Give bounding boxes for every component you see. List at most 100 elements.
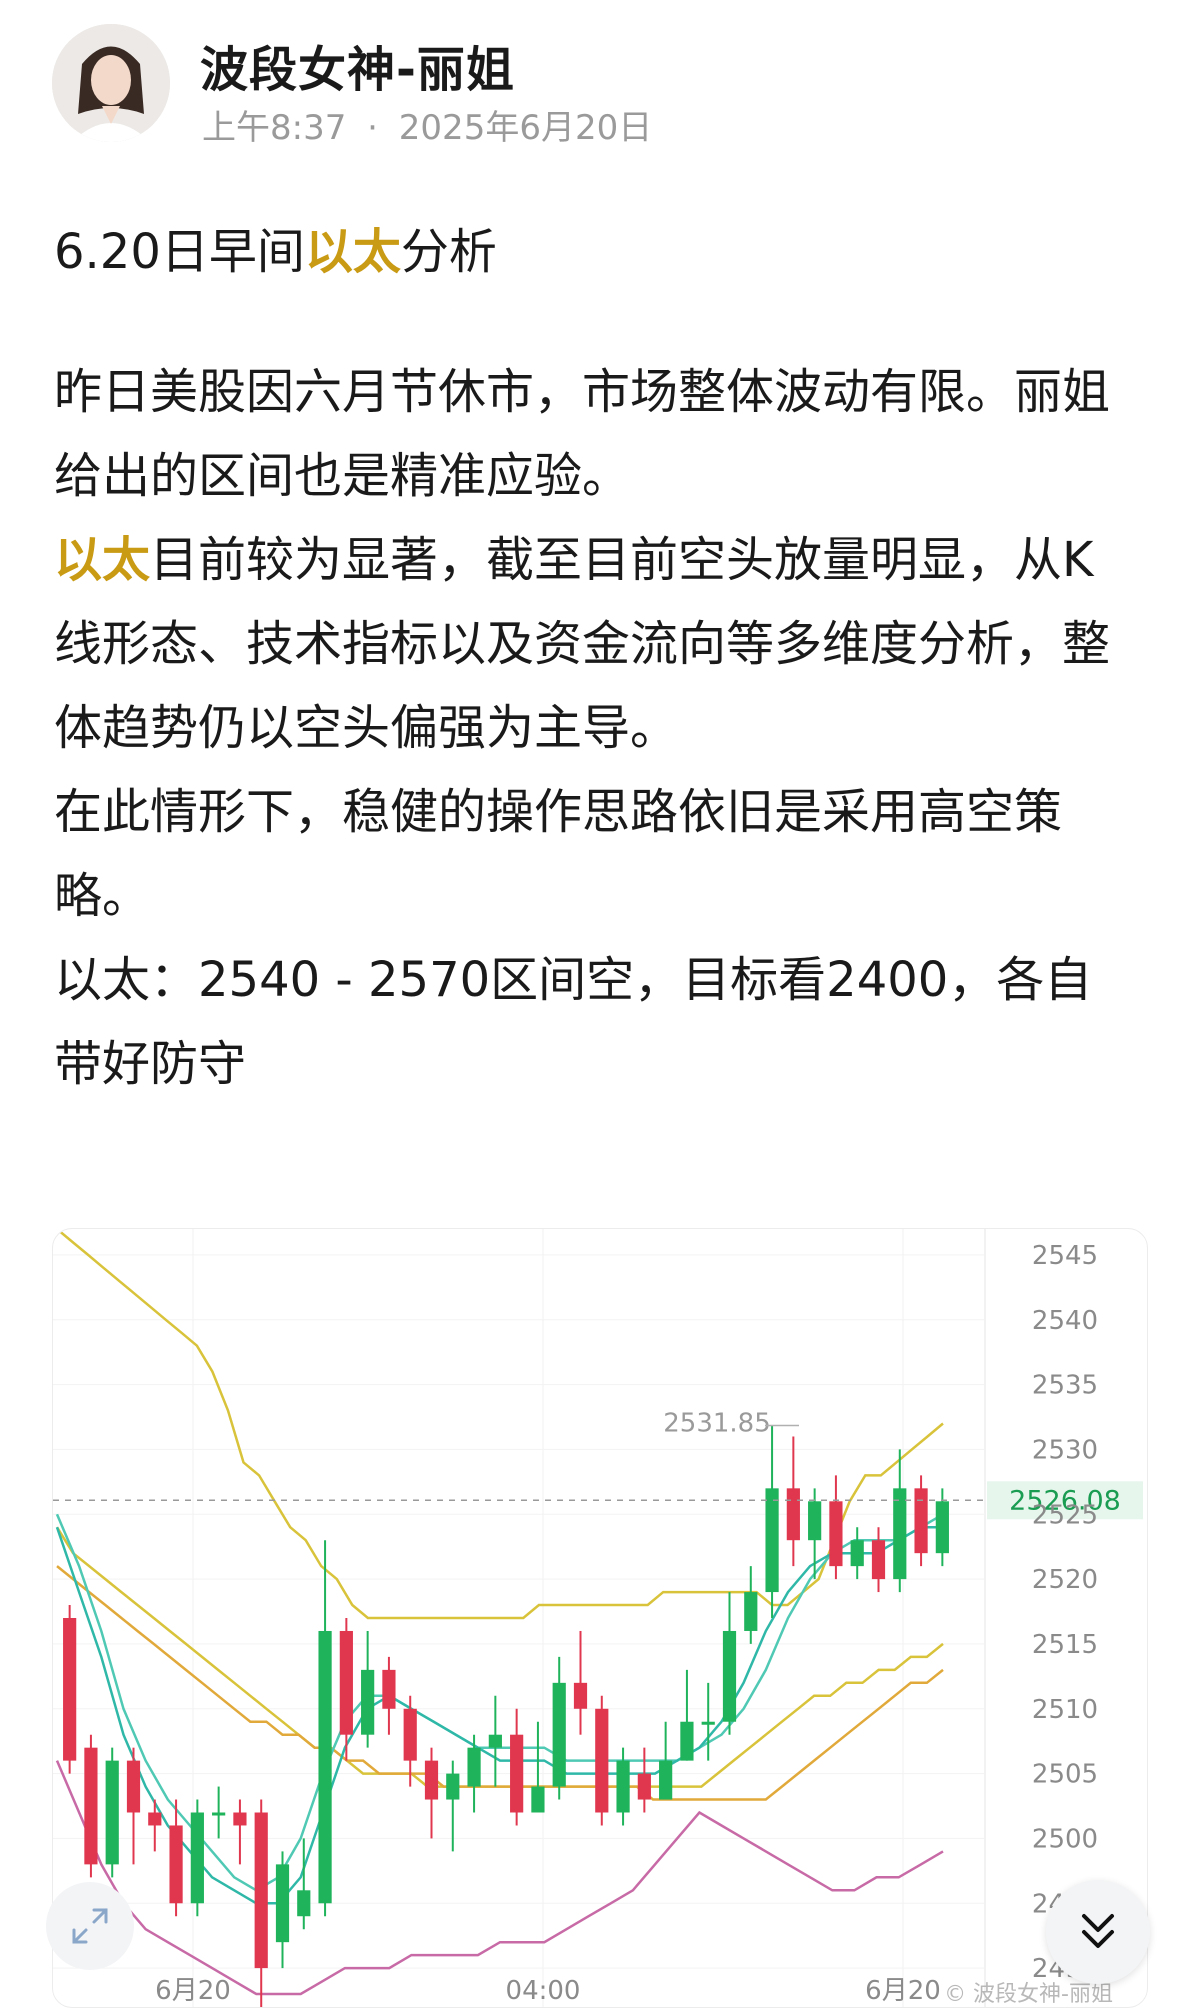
candle-body	[786, 1488, 800, 1541]
candle	[446, 1760, 460, 1852]
y-tick-label: 2530	[1032, 1435, 1098, 1465]
candle-body	[510, 1734, 524, 1813]
candle	[190, 1799, 204, 1917]
candle	[595, 1695, 609, 1826]
candle	[680, 1669, 694, 1761]
candle-body	[169, 1825, 183, 1904]
candle-body	[552, 1682, 566, 1787]
candle-body	[212, 1812, 226, 1816]
candle-body	[808, 1501, 822, 1541]
candle-body	[297, 1890, 311, 1917]
candle	[84, 1734, 98, 1878]
x-axis: 6月20 04:00 6月20	[155, 1976, 941, 2006]
paragraph-4: 以太：2540 - 2570区间空，目标看2400，各自带好防守	[54, 952, 1093, 1092]
candle	[275, 1851, 290, 1969]
candle-body	[148, 1812, 162, 1826]
candle-body	[616, 1760, 630, 1813]
candle	[467, 1734, 481, 1813]
candle	[552, 1656, 566, 1800]
candle-body	[659, 1760, 673, 1800]
candle-body	[403, 1708, 417, 1761]
candle	[850, 1527, 864, 1580]
indicator-line	[55, 1525, 943, 1905]
y-tick-label: 2535	[1032, 1371, 1098, 1401]
body-highlight[interactable]: 以太	[54, 532, 150, 588]
chart-annotations: 2526.082531.852483.58© 波段女神-丽姐	[53, 1408, 1143, 2007]
candle-body	[446, 1773, 460, 1800]
candle-body	[382, 1669, 396, 1709]
candle	[765, 1425, 779, 1618]
candle-body	[829, 1501, 843, 1567]
x-tick-label: 04:00	[506, 1976, 581, 2006]
chart-watermark: © 波段女神-丽姐	[944, 1982, 1113, 2007]
candle-body	[722, 1630, 737, 1722]
candle	[148, 1799, 162, 1852]
candle	[637, 1747, 651, 1813]
candle	[212, 1786, 226, 1839]
candle	[169, 1799, 183, 1917]
candle	[914, 1475, 928, 1567]
y-tick-label: 2545	[1032, 1241, 1098, 1271]
candle	[573, 1630, 588, 1735]
post-time: 上午8:37	[202, 108, 347, 148]
paragraph-2-text: 目前较为显著，截至目前空头放量明显，从K线形态、技术指标以及资金流向等多维度分析…	[54, 532, 1111, 756]
candle-body	[573, 1682, 588, 1709]
indicator-line	[55, 1760, 944, 1996]
candle	[722, 1592, 737, 1735]
author-name[interactable]: 波段女神-丽姐	[200, 30, 515, 100]
candle	[105, 1747, 119, 1878]
candle-body	[744, 1592, 758, 1631]
post-header: 波段女神-丽姐 上午8:37 · 2025年6月20日	[52, 24, 1152, 148]
scroll-down-button[interactable]	[1046, 1880, 1150, 1984]
expand-chart-button[interactable]	[46, 1882, 134, 1970]
candle-body	[105, 1760, 119, 1865]
title-highlight[interactable]: 以太	[305, 224, 401, 280]
candle	[829, 1475, 843, 1580]
indicator-line	[56, 1229, 944, 1620]
price-chart-card[interactable]: 2526.082531.852483.58© 波段女神-丽姐 254525402…	[52, 1228, 1148, 2008]
candle	[233, 1799, 247, 1865]
candle-body	[893, 1488, 907, 1580]
candle-body	[254, 1812, 268, 1969]
y-axis: 2545 2540 2535 2530 2525 2520 2515 2510 2505 2500…	[1032, 1241, 1098, 1984]
indicator-line	[55, 1513, 944, 1892]
candle	[659, 1721, 673, 1800]
candle-body	[871, 1540, 886, 1580]
candle-body	[701, 1721, 715, 1725]
double-chevron-down-icon	[1082, 1914, 1114, 1948]
candles	[63, 1425, 949, 2007]
candle-body	[595, 1708, 609, 1813]
candle	[424, 1747, 439, 1839]
post-date: 2025年6月20日	[398, 108, 653, 148]
candle	[744, 1566, 758, 1644]
paragraph-2: 以太目前较为显著，截至目前空头放量明显，从K线形态、技术指标以及资金流向等多维度…	[54, 518, 1134, 770]
candle-body	[935, 1501, 949, 1554]
candle-body	[765, 1488, 779, 1593]
candle	[63, 1605, 77, 1774]
post-meta: 上午8:37 · 2025年6月20日	[202, 100, 662, 149]
candle-body	[424, 1760, 439, 1800]
candle	[126, 1747, 141, 1865]
candle	[318, 1540, 332, 1917]
candle	[254, 1799, 268, 2007]
y-tick-label: 2510	[1032, 1695, 1098, 1725]
avatar[interactable]	[52, 24, 170, 142]
candle-body	[84, 1747, 98, 1865]
candle-body	[680, 1721, 694, 1761]
paragraph-1: 昨日美股因六月节休市，市场整体波动有限。丽姐给出的区间也是精准应验。	[54, 364, 1111, 504]
candle	[786, 1436, 800, 1567]
y-tick-label: 2500	[1032, 1824, 1098, 1854]
paragraph-3: 在此情形下，稳健的操作思路依旧是采用高空策略。	[54, 784, 1063, 924]
candle-body	[339, 1630, 353, 1735]
candle-body	[361, 1669, 375, 1735]
post-title: 6.20日早间以太分析	[54, 212, 497, 282]
candle	[871, 1527, 886, 1593]
x-tick-label: 6月20	[865, 1976, 941, 2006]
title-prefix: 6.20日早间	[54, 224, 305, 280]
candle-body	[275, 1864, 290, 1943]
candle	[510, 1708, 524, 1826]
candle-body	[63, 1618, 77, 1761]
candle-body	[531, 1786, 545, 1813]
candle	[382, 1656, 396, 1735]
candle	[616, 1747, 630, 1826]
